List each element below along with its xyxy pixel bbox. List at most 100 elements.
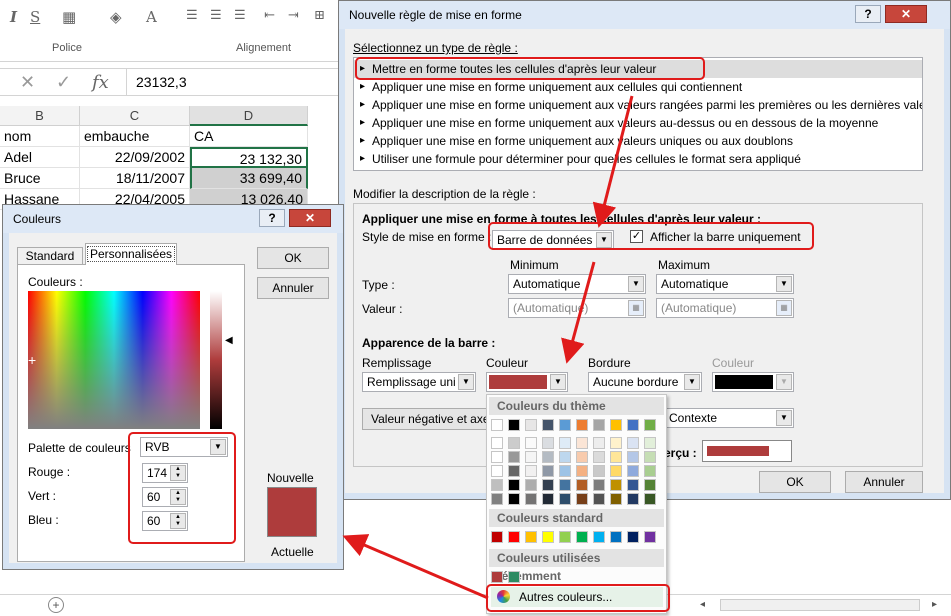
fill-color-icon[interactable]: ◈ xyxy=(110,8,122,26)
range-picker-icon[interactable]: ▦ xyxy=(628,300,644,316)
align-center-icon[interactable]: ☰ xyxy=(210,8,222,23)
theme-color-swatch[interactable] xyxy=(559,419,571,431)
rule-type-item[interactable]: Appliquer une mise en forme uniquement a… xyxy=(354,96,922,114)
standard-color-swatch[interactable] xyxy=(644,531,656,543)
theme-color-swatch[interactable] xyxy=(491,419,503,431)
valeur-min-input[interactable]: (Automatique) ▦ xyxy=(508,298,646,318)
cancel-icon[interactable]: ✕ xyxy=(20,72,35,93)
theme-color-swatch[interactable] xyxy=(542,493,554,505)
italic-button[interactable]: I xyxy=(10,8,17,26)
theme-color-swatch[interactable] xyxy=(576,419,588,431)
theme-color-swatch[interactable] xyxy=(525,419,537,431)
theme-color-swatch[interactable] xyxy=(559,437,571,449)
confirm-icon[interactable]: ✓ xyxy=(56,72,71,93)
tab-standard[interactable]: Standard xyxy=(17,247,83,265)
theme-color-swatch[interactable] xyxy=(491,437,503,449)
theme-color-swatch[interactable] xyxy=(644,479,656,491)
table-cell[interactable]: 18/11/2007 xyxy=(80,168,190,189)
standard-color-swatch[interactable] xyxy=(508,531,520,543)
cell-c-header[interactable]: embauche xyxy=(80,126,190,147)
standard-color-swatch[interactable] xyxy=(542,531,554,543)
scroll-right-icon[interactable]: ▸ xyxy=(932,599,937,610)
luminance-slider[interactable] xyxy=(210,291,222,429)
theme-color-swatch[interactable] xyxy=(508,451,520,463)
theme-color-swatch[interactable] xyxy=(593,437,605,449)
standard-color-swatch[interactable] xyxy=(593,531,605,543)
underline-button[interactable]: S xyxy=(30,8,40,26)
theme-color-swatch[interactable] xyxy=(525,479,537,491)
theme-color-swatch[interactable] xyxy=(542,451,554,463)
font-color-button[interactable]: A xyxy=(146,8,157,26)
theme-color-swatch[interactable] xyxy=(610,419,622,431)
theme-color-swatch[interactable] xyxy=(525,493,537,505)
theme-color-swatch[interactable] xyxy=(610,451,622,463)
theme-color-swatch[interactable] xyxy=(576,451,588,463)
cancel-button[interactable]: Annuler xyxy=(257,277,329,299)
type-max-select[interactable]: Automatique ▼ xyxy=(656,274,794,294)
ok-button[interactable]: OK xyxy=(759,471,831,493)
theme-color-swatch[interactable] xyxy=(491,465,503,477)
borders-icon[interactable]: ▦ xyxy=(62,8,76,26)
align-left-icon[interactable]: ☰ xyxy=(186,8,198,23)
theme-color-swatch[interactable] xyxy=(610,465,622,477)
close-button[interactable]: ✕ xyxy=(289,209,331,227)
align-right-icon[interactable]: ☰ xyxy=(234,8,246,23)
theme-color-swatch[interactable] xyxy=(644,437,656,449)
theme-color-swatch[interactable] xyxy=(593,451,605,463)
help-button[interactable]: ? xyxy=(259,209,285,227)
rule-type-item[interactable]: Appliquer une mise en forme uniquement a… xyxy=(354,78,742,96)
theme-color-swatch[interactable] xyxy=(491,493,503,505)
theme-color-swatch[interactable] xyxy=(644,419,656,431)
help-button[interactable]: ? xyxy=(855,5,881,23)
theme-color-swatch[interactable] xyxy=(627,479,639,491)
standard-color-swatch[interactable] xyxy=(491,531,503,543)
theme-color-swatch[interactable] xyxy=(593,465,605,477)
table-cell[interactable]: Adel xyxy=(0,147,80,168)
theme-color-swatch[interactable] xyxy=(576,437,588,449)
add-sheet-icon[interactable]: + xyxy=(48,597,64,613)
theme-color-swatch[interactable] xyxy=(593,493,605,505)
theme-color-swatch[interactable] xyxy=(627,493,639,505)
theme-color-swatch[interactable] xyxy=(644,465,656,477)
standard-color-swatch[interactable] xyxy=(610,531,622,543)
theme-color-swatch[interactable] xyxy=(627,437,639,449)
theme-color-swatch[interactable] xyxy=(508,493,520,505)
color-spectrum[interactable]: + xyxy=(28,291,200,429)
bordure-select[interactable]: Aucune bordure ▼ xyxy=(588,372,702,392)
ok-button[interactable]: OK xyxy=(257,247,329,269)
theme-color-swatch[interactable] xyxy=(508,437,520,449)
theme-color-swatch[interactable] xyxy=(644,493,656,505)
valeur-max-input[interactable]: (Automatique) ▦ xyxy=(656,298,794,318)
range-picker-icon[interactable]: ▦ xyxy=(776,300,792,316)
fill-color-select[interactable]: ▼ xyxy=(486,372,568,392)
close-button[interactable]: ✕ xyxy=(885,5,927,23)
border-color-select[interactable]: ▼ xyxy=(712,372,794,392)
table-cell[interactable]: 33 699,40 xyxy=(190,168,308,189)
theme-color-swatch[interactable] xyxy=(542,437,554,449)
formula-input[interactable]: 23132,3 xyxy=(136,74,187,90)
standard-color-swatch[interactable] xyxy=(627,531,639,543)
cell-d-header[interactable]: CA xyxy=(190,126,308,147)
theme-color-swatch[interactable] xyxy=(610,493,622,505)
type-min-select[interactable]: Automatique ▼ xyxy=(508,274,646,294)
theme-color-swatch[interactable] xyxy=(491,479,503,491)
tab-custom[interactable]: Personnalisées xyxy=(85,243,177,265)
scroll-left-icon[interactable]: ◂ xyxy=(700,599,705,610)
function-icon[interactable]: fx xyxy=(92,72,109,93)
theme-color-swatch[interactable] xyxy=(576,465,588,477)
increase-indent-icon[interactable]: ⇥ xyxy=(288,8,299,23)
theme-color-swatch[interactable] xyxy=(576,479,588,491)
column-header-d[interactable]: D xyxy=(190,106,308,126)
standard-color-swatch[interactable] xyxy=(559,531,571,543)
theme-color-swatch[interactable] xyxy=(610,479,622,491)
theme-color-swatch[interactable] xyxy=(610,437,622,449)
theme-color-swatch[interactable] xyxy=(508,419,520,431)
theme-color-swatch[interactable] xyxy=(559,465,571,477)
recent-color-swatch[interactable] xyxy=(508,571,520,583)
cancel-button[interactable]: Annuler xyxy=(845,471,923,493)
theme-color-swatch[interactable] xyxy=(627,419,639,431)
recent-color-swatch[interactable] xyxy=(491,571,503,583)
column-header-c[interactable]: C xyxy=(80,106,190,126)
negative-axis-button[interactable]: Valeur négative et axe xyxy=(362,408,490,430)
remplissage-select[interactable]: Remplissage uni ▼ xyxy=(362,372,476,392)
